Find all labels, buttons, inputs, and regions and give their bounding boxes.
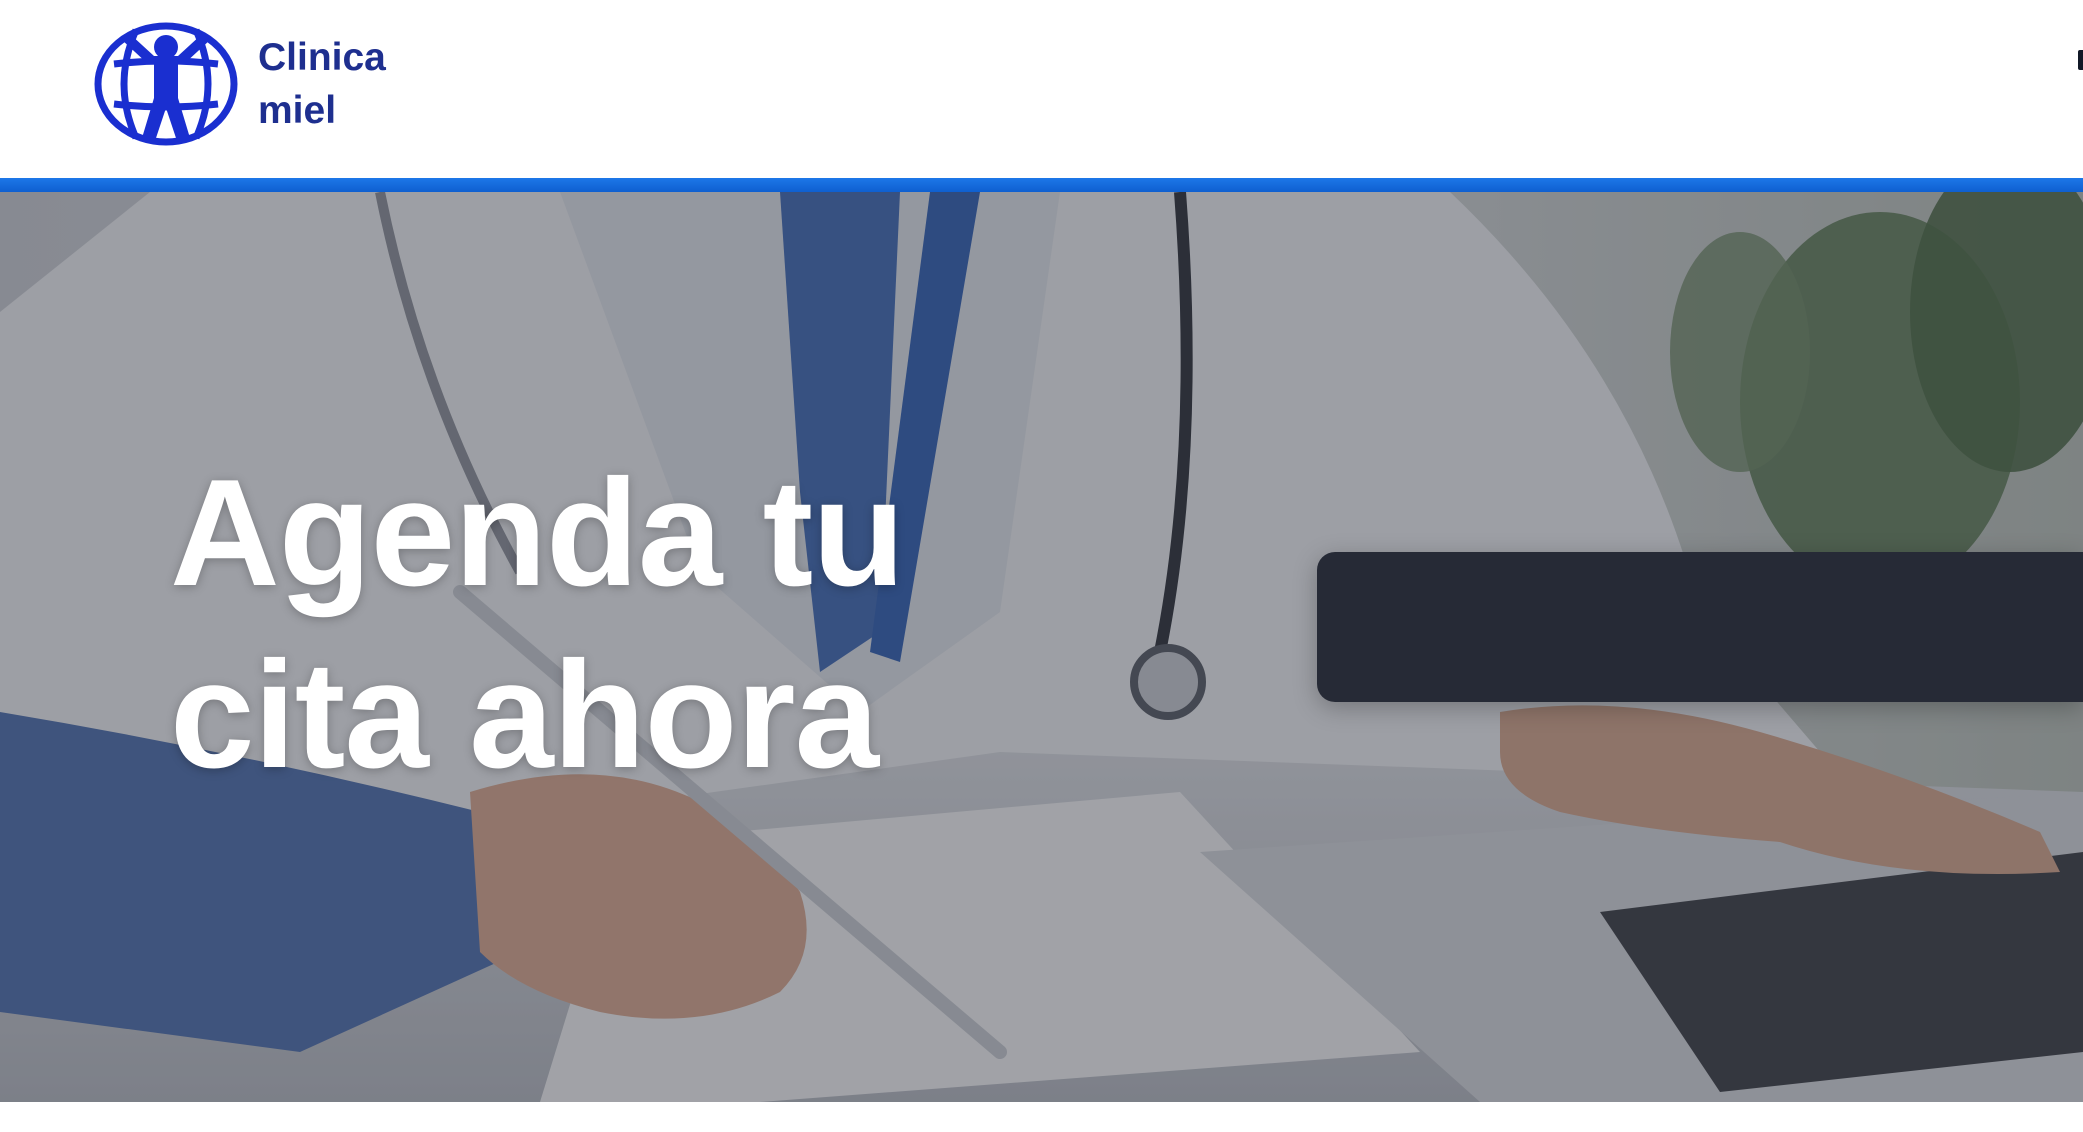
header-accent-bar	[0, 178, 2083, 192]
page: Clinica miel Agenda tu cita ahora	[0, 0, 2083, 1132]
globe-person-icon	[94, 22, 238, 146]
brand-name-line1: Clinica	[258, 36, 386, 79]
brand-name-line2: miel	[258, 89, 337, 132]
site-header: Clinica miel	[0, 0, 2083, 178]
hero-action-panel[interactable]	[1317, 552, 2083, 702]
brand-name: Clinica miel	[258, 31, 386, 137]
hero-title-line1: Agenda tu	[170, 448, 905, 618]
header-edge-mark	[2078, 50, 2083, 70]
brand-logo-link[interactable]: Clinica miel	[92, 20, 386, 148]
page-bottom-strip	[0, 1102, 2083, 1132]
hero-section: Agenda tu cita ahora	[0, 192, 2083, 1102]
hero-title: Agenda tu cita ahora	[170, 442, 905, 806]
hero-title-line2: cita ahora	[170, 630, 879, 800]
